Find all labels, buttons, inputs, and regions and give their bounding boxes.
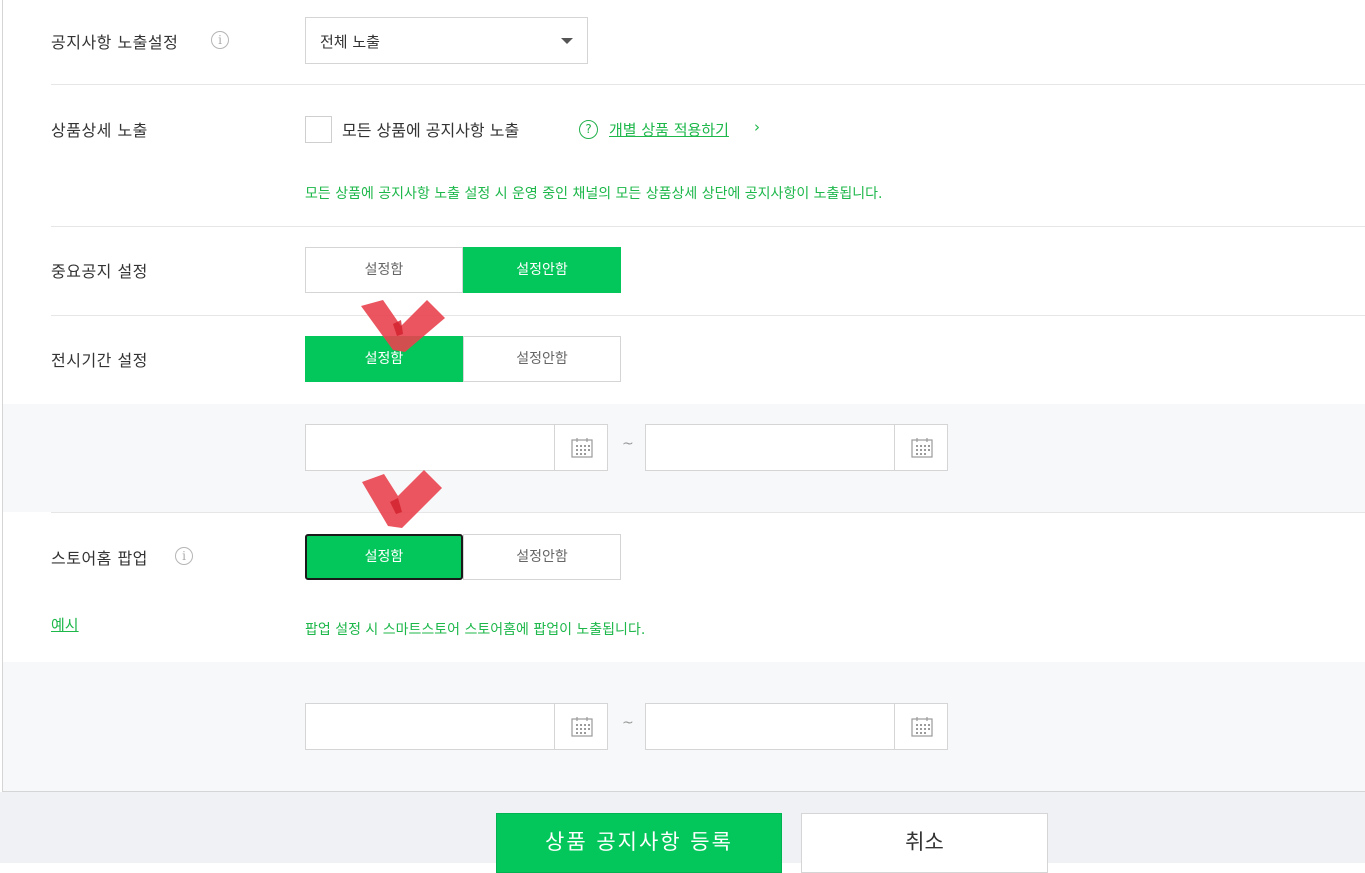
individual-apply-link[interactable]: 개별 상품 적용하기: [609, 119, 729, 140]
important-on-button[interactable]: 설정함: [305, 247, 463, 293]
notice-exposure-select[interactable]: 전체 노출: [305, 17, 588, 64]
range-separator: ~: [622, 715, 634, 731]
divider: [51, 84, 1365, 85]
period-end-date-input[interactable]: [645, 424, 948, 471]
display-period-label: 전시기간 설정: [51, 351, 148, 370]
checkbox-label[interactable]: 모든 상품에 공지사항 노출: [342, 117, 519, 141]
popup-start-date-input[interactable]: [305, 703, 608, 750]
range-separator: ~: [622, 436, 634, 452]
calendar-button[interactable]: [554, 425, 607, 470]
period-start-date-input[interactable]: [305, 424, 608, 471]
store-popup-note: 팝업 설정 시 스마트스토어 스토어홈에 팝업이 노출됩니다.: [305, 622, 646, 638]
calendar-button[interactable]: [894, 425, 947, 470]
notice-exposure-label: 공지사항 노출설정: [51, 33, 179, 52]
important-off-button[interactable]: 설정안함: [463, 247, 621, 293]
info-icon[interactable]: i: [211, 31, 229, 49]
example-link[interactable]: 예시: [51, 614, 79, 635]
cancel-button[interactable]: 취소: [801, 813, 1048, 873]
calendar-icon: [571, 438, 593, 458]
select-value: 전체 노출: [320, 33, 380, 51]
divider: [51, 226, 1365, 227]
all-products-checkbox[interactable]: [305, 116, 332, 143]
store-popup-label: 스토어홈 팝업: [51, 549, 148, 568]
popup-off-button[interactable]: 설정안함: [463, 534, 621, 580]
checkmark-annotation-icon: [362, 470, 442, 528]
help-icon[interactable]: ?: [579, 120, 598, 139]
calendar-icon: [911, 438, 933, 458]
checkmark-annotation-icon: [361, 300, 445, 352]
popup-end-date-input[interactable]: [645, 703, 948, 750]
period-off-button[interactable]: 설정안함: [463, 336, 621, 382]
chevron-down-icon: [561, 38, 573, 44]
register-notice-button[interactable]: 상품 공지사항 등록: [496, 813, 782, 873]
product-detail-note: 모든 상품에 공지사항 노출 설정 시 운영 중인 채널의 모든 상품상세 상단…: [305, 186, 883, 202]
calendar-button[interactable]: [894, 704, 947, 749]
product-detail-label: 상품상세 노출: [51, 121, 148, 140]
info-icon[interactable]: i: [175, 547, 193, 565]
chevron-right-icon[interactable]: ›: [754, 118, 760, 136]
calendar-icon: [571, 717, 593, 737]
popup-on-button[interactable]: 설정함: [305, 534, 463, 580]
divider: [51, 512, 1365, 513]
important-notice-label: 중요공지 설정: [51, 262, 148, 281]
calendar-button[interactable]: [554, 704, 607, 749]
calendar-icon: [911, 717, 933, 737]
divider: [51, 315, 1365, 316]
